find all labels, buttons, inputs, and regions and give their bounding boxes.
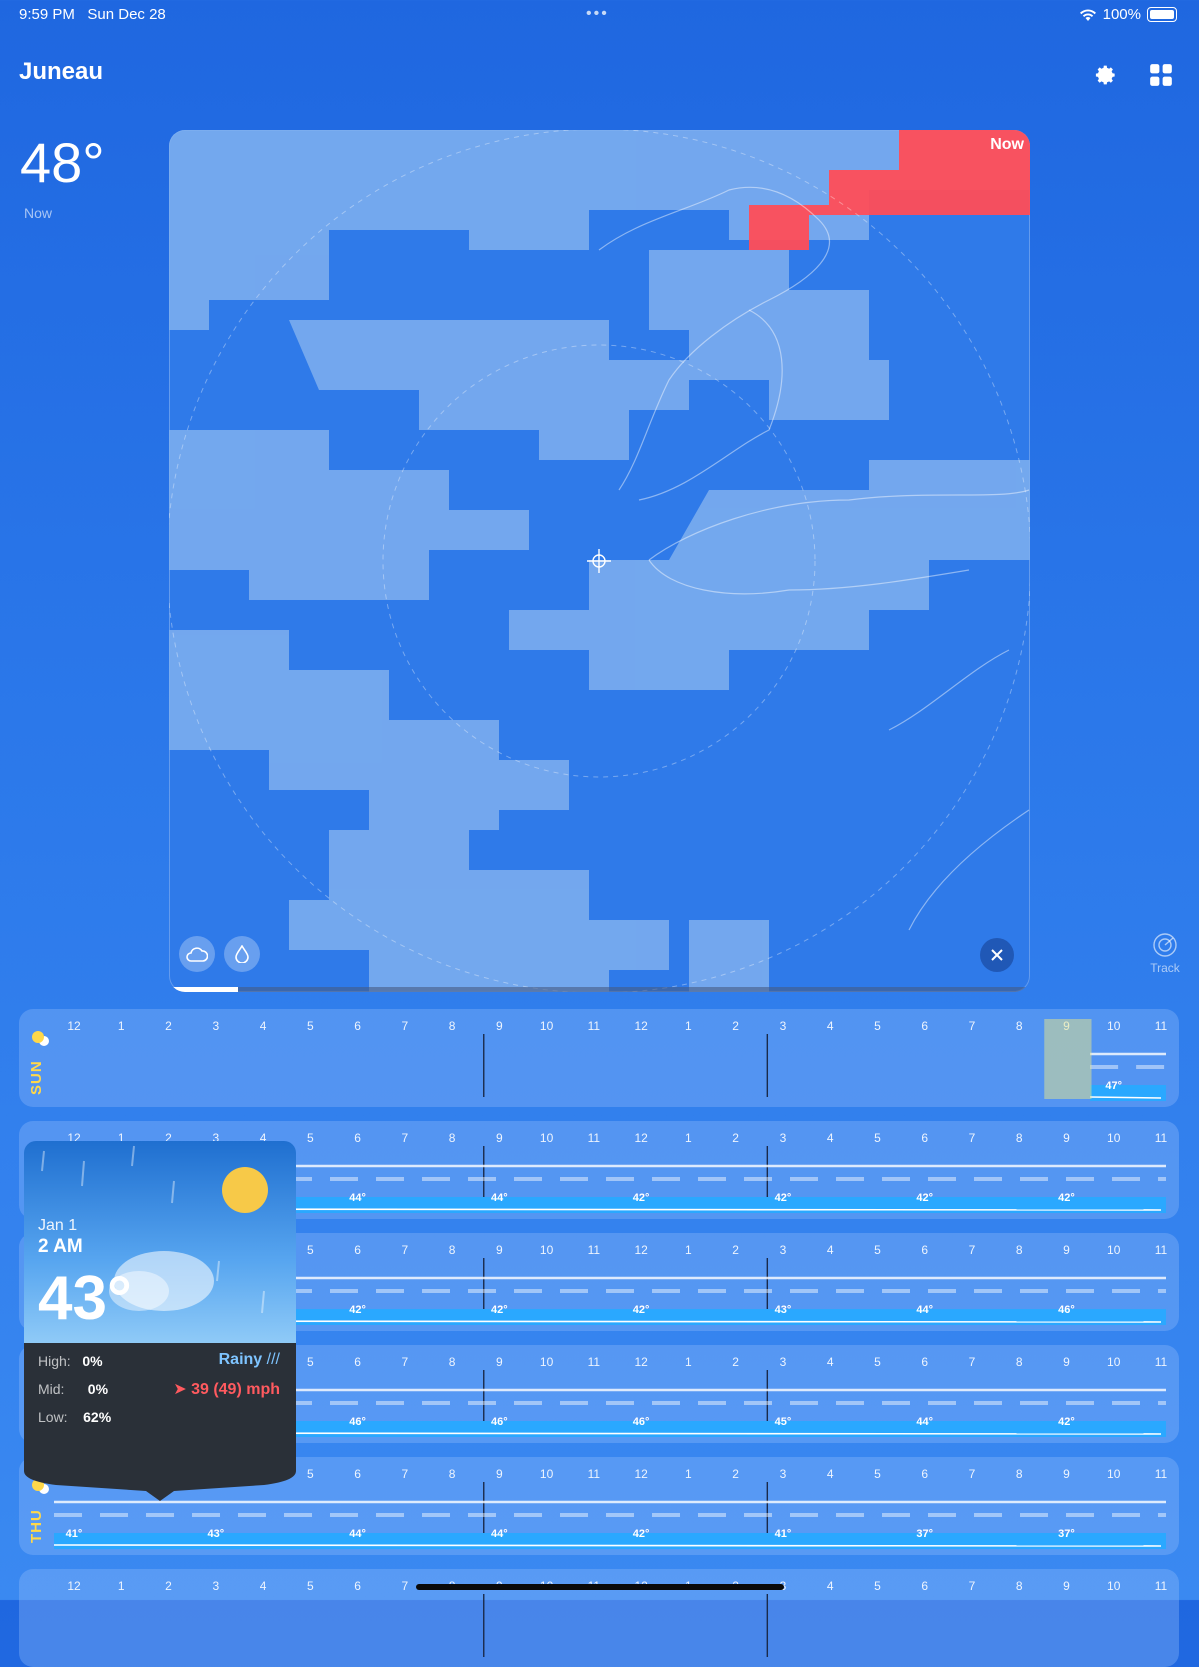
settings-button[interactable]: [1090, 60, 1120, 90]
condition-label: Rainy ///: [218, 1351, 280, 1368]
temperature-label: 44°: [916, 1416, 933, 1428]
current-hour-highlight: [1044, 1019, 1092, 1099]
temperature-label: 37°: [1058, 1528, 1075, 1540]
popup-temperature: 43°: [38, 1264, 132, 1333]
temperature-label: 44°: [916, 1304, 933, 1316]
temperature-label: 43°: [775, 1304, 792, 1316]
multitasking-dots-icon[interactable]: •••: [586, 5, 609, 23]
temperature-label: 47°: [1105, 1080, 1122, 1092]
temperature-label: 42°: [633, 1304, 650, 1316]
temperature-label: 46°: [491, 1416, 508, 1428]
precipitation-layer-button[interactable]: [224, 936, 260, 972]
grid-icon: [1150, 64, 1172, 86]
temperature-label: 42°: [1058, 1192, 1075, 1204]
day-graph: 47°: [483, 1019, 1166, 1101]
temperature-label: 43°: [207, 1528, 224, 1540]
temperature-label: 41°: [66, 1528, 83, 1540]
temperature-label: 45°: [775, 1416, 792, 1428]
cloud-mid-row: Mid: 0%: [38, 1381, 109, 1397]
temperature-label: 41°: [775, 1528, 792, 1540]
temperature-label: 44°: [491, 1192, 508, 1204]
day-label: THU: [28, 1509, 45, 1543]
temperature-label: 46°: [1058, 1304, 1075, 1316]
temperature-label: 44°: [349, 1528, 366, 1540]
battery-percent: 100%: [1102, 6, 1141, 23]
partly-cloudy-icon: [32, 1031, 44, 1043]
temperature-label: 46°: [633, 1416, 650, 1428]
temperature-label: 46°: [349, 1416, 366, 1428]
wind-speed: ➤ 39 (49) mph: [173, 1381, 280, 1398]
temperature-label: 42°: [633, 1192, 650, 1204]
radar-clouds: [169, 130, 1030, 992]
cloud-icon: [186, 947, 208, 962]
track-label: Track: [1150, 961, 1180, 975]
temperature-label: 44°: [491, 1528, 508, 1540]
popup-pointer: [24, 1461, 296, 1501]
layout-button[interactable]: [1146, 60, 1176, 90]
cloud-high-row: High: 0%: [38, 1353, 103, 1369]
city-title[interactable]: Juneau: [19, 58, 103, 86]
track-button[interactable]: Track: [1141, 932, 1189, 975]
forecast-popup[interactable]: Jan 1 2 AM 43° High: 0% Mid: 0% Low: 62%…: [24, 1141, 296, 1501]
close-icon: [991, 949, 1003, 961]
battery-icon: [1147, 7, 1177, 22]
status-bar: 9:59 PM Sun Dec 28 ••• 100%: [0, 0, 1199, 30]
temperature-label: 42°: [916, 1192, 933, 1204]
radar-timeline-progress[interactable]: [169, 987, 1030, 992]
temperature-label: 42°: [349, 1304, 366, 1316]
cloud-layer-button[interactable]: [179, 936, 215, 972]
temperature-label: 42°: [491, 1304, 508, 1316]
temperature-line: [1090, 1096, 1162, 1099]
close-radar-button[interactable]: [980, 938, 1014, 972]
temperature-label: 42°: [775, 1192, 792, 1204]
gear-icon: [1095, 65, 1115, 85]
temperature-label: 42°: [633, 1528, 650, 1540]
rain-icon: ///: [266, 1351, 280, 1368]
popup-header: Jan 1 2 AM 43°: [24, 1141, 296, 1343]
temperature-label: 42°: [1058, 1416, 1075, 1428]
status-time: 9:59 PM Sun Dec 28: [19, 6, 166, 23]
popup-date: Jan 1: [38, 1217, 78, 1234]
popup-time: 2 AM: [38, 1236, 83, 1257]
home-indicator[interactable]: [416, 1584, 784, 1590]
wind-direction-icon: ➤: [173, 1381, 187, 1398]
radar-map[interactable]: Now: [169, 130, 1030, 992]
temperature-label: 44°: [349, 1192, 366, 1204]
status-right: 100%: [1079, 6, 1177, 23]
raindrop-icon: [235, 945, 249, 963]
current-temperature-label: Now: [24, 205, 53, 221]
day-row[interactable]: 12123456789101112123456789101147°SUN: [19, 1009, 1179, 1107]
day-label: SUN: [28, 1060, 45, 1095]
wifi-icon: [1079, 8, 1096, 21]
temperature-label: 37°: [916, 1528, 933, 1540]
temperature-line: [53, 1544, 1162, 1547]
current-temperature: 48°: [20, 131, 105, 194]
cloud-low-row: Low: 62%: [38, 1409, 112, 1425]
radar-time-label: Now: [990, 136, 1024, 153]
popup-details: High: 0% Mid: 0% Low: 62% Rainy /// ➤ 39…: [24, 1343, 296, 1463]
radar-timeline-progress-fill: [169, 987, 238, 992]
radar-track-icon: [1153, 933, 1177, 957]
